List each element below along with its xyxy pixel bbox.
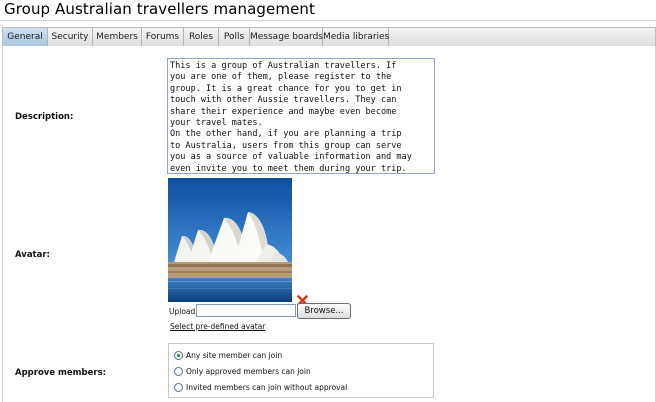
tab-security[interactable]: Security <box>48 28 93 46</box>
tab-message-boards[interactable]: Message boards <box>250 28 323 46</box>
description-textarea[interactable]: This is a group of Australian travellers… <box>167 58 435 174</box>
tab-general[interactable]: General <box>3 28 48 46</box>
approve-option-label: Any site member can join <box>186 351 283 360</box>
description-label: Description: <box>15 112 74 122</box>
tab-media-libraries[interactable]: Media libraries <box>323 28 389 46</box>
group-management-page: Group Australian travellers management G… <box>0 0 656 402</box>
radio-any-member[interactable] <box>174 351 183 360</box>
radio-invited[interactable] <box>174 383 183 392</box>
page-title: Group Australian travellers management <box>4 0 315 18</box>
tab-roles[interactable]: Roles <box>184 28 219 46</box>
approve-members-label: Approve members: <box>15 368 107 378</box>
tab-forums[interactable]: Forums <box>142 28 184 46</box>
avatar-label: Avatar: <box>15 250 50 260</box>
browse-button[interactable]: Browse... <box>297 303 351 319</box>
approve-option-label: Only approved members can join <box>186 367 311 376</box>
approve-members-options: Any site member can join Only approved m… <box>168 343 434 398</box>
title-divider <box>0 20 656 21</box>
tab-bar: General Security Members Forums Roles Po… <box>2 27 656 47</box>
radio-approved-only[interactable] <box>174 367 183 376</box>
avatar-file-input[interactable] <box>196 304 296 317</box>
tab-members[interactable]: Members <box>93 28 142 46</box>
tab-polls[interactable]: Polls <box>219 28 250 46</box>
upload-label: Upload: <box>169 307 198 316</box>
description-text: This is a group of Australian travellers… <box>170 61 412 174</box>
delete-avatar-icon[interactable] <box>297 291 308 306</box>
select-predefined-avatar-link[interactable]: Select pre-defined avatar <box>170 322 265 331</box>
approve-option-label: Invited members can join without approva… <box>186 383 348 392</box>
avatar-image <box>168 178 292 302</box>
